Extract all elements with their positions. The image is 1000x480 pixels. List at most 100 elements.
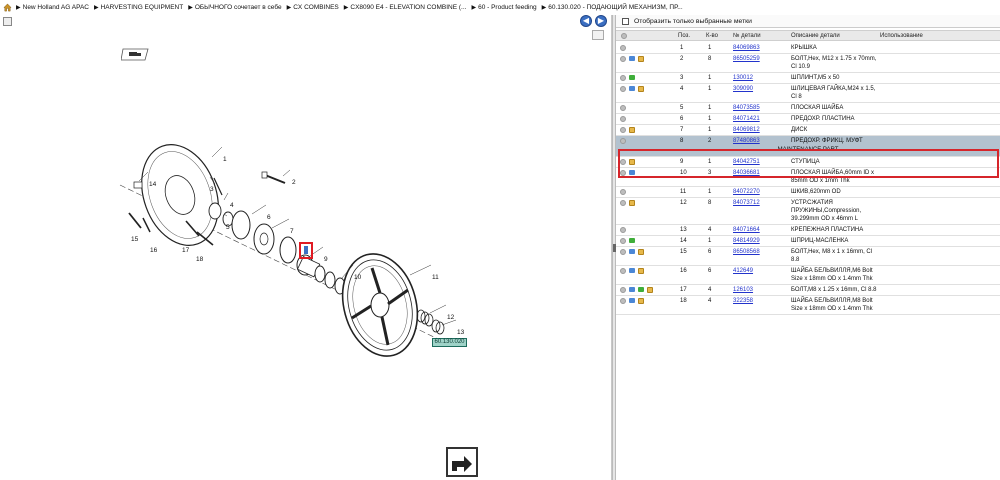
col-pos[interactable]: Поз. bbox=[678, 33, 690, 39]
cell-part-number[interactable]: 84071664 bbox=[733, 226, 760, 234]
expand-icon[interactable] bbox=[620, 138, 626, 144]
truck-icon[interactable] bbox=[121, 48, 150, 61]
expand-icon[interactable] bbox=[620, 189, 626, 195]
filter-checkbox[interactable] bbox=[622, 17, 629, 25]
expand-icon[interactable] bbox=[620, 268, 626, 274]
callout-number[interactable]: 3 bbox=[210, 186, 214, 193]
package-icon[interactable] bbox=[638, 56, 644, 62]
callout-number[interactable]: 10 bbox=[354, 274, 362, 281]
package-icon[interactable] bbox=[638, 298, 644, 304]
table-row[interactable]: 14 1 84814929 ШПРИЦ-МАСЛЕНКА bbox=[616, 236, 1000, 247]
callout-number[interactable]: 18 bbox=[196, 256, 204, 263]
package-icon[interactable] bbox=[638, 268, 644, 274]
replace-icon[interactable] bbox=[629, 268, 635, 273]
cell-part-number[interactable]: 309090 bbox=[733, 85, 753, 93]
expand-icon[interactable] bbox=[620, 200, 626, 206]
table-row[interactable]: 6 1 84071421 ПРЕДОХР. ПЛАСТИНА bbox=[616, 114, 1000, 125]
table-row[interactable]: 15 6 86508568 БОЛТ,Hex, M8 x 1 x 16mm, Cl 8.… bbox=[616, 247, 1000, 266]
table-row[interactable]: 3 1 130012 ШПЛИНТ,M5 x 50 bbox=[616, 73, 1000, 84]
callout-number[interactable]: 2 bbox=[292, 179, 296, 186]
col-desc[interactable]: Описание детали bbox=[791, 33, 840, 39]
callout-number[interactable]: 5 bbox=[226, 224, 230, 231]
breadcrumb-item[interactable]: ▶ CX8090 E4 - ELEVATION COMBINE (... bbox=[344, 4, 467, 11]
cell-part-number[interactable]: 86505259 bbox=[733, 55, 760, 63]
cell-part-number[interactable]: 84069863 bbox=[733, 44, 760, 52]
callout-number[interactable]: 1 bbox=[223, 156, 227, 163]
forward-button[interactable]: ▶ bbox=[595, 15, 607, 27]
cell-part-number[interactable]: 84073585 bbox=[733, 104, 760, 112]
cell-part-number[interactable]: 86508568 bbox=[733, 248, 760, 256]
expand-icon[interactable] bbox=[620, 45, 626, 51]
home-icon[interactable] bbox=[3, 3, 12, 12]
replace-icon[interactable] bbox=[629, 287, 635, 292]
replace-icon[interactable] bbox=[629, 249, 635, 254]
breadcrumb-item[interactable]: ▶ 60 - Product feeding bbox=[471, 4, 536, 11]
expand-icon[interactable] bbox=[620, 105, 626, 111]
cell-part-number[interactable]: 87480863 bbox=[733, 137, 760, 145]
expand-icon[interactable] bbox=[620, 287, 626, 293]
expand-icon[interactable] bbox=[620, 127, 626, 133]
reuse-icon[interactable] bbox=[629, 238, 635, 243]
breadcrumb-item[interactable]: ▶ CX COMBINES bbox=[287, 4, 339, 11]
callout-number[interactable]: 14 bbox=[149, 181, 157, 188]
expand-icon[interactable] bbox=[620, 298, 626, 304]
breadcrumb-item[interactable]: ▶ New Holland AG APAC bbox=[16, 4, 89, 11]
breadcrumb-item[interactable]: ▶ HARVESTING EQUIPMENT bbox=[94, 4, 183, 11]
cell-part-number[interactable]: 84073712 bbox=[733, 199, 760, 207]
replace-icon[interactable] bbox=[629, 86, 635, 91]
expand-icon[interactable] bbox=[620, 56, 626, 62]
table-row[interactable]: 17 4 126103 БОЛТ,M8 x 1.25 x 16mm, Cl 8.8 bbox=[616, 285, 1000, 296]
package-icon[interactable] bbox=[629, 127, 635, 133]
col-use[interactable]: Использование bbox=[880, 33, 923, 39]
reuse-icon[interactable] bbox=[629, 75, 635, 80]
back-button[interactable]: ◀ bbox=[580, 15, 592, 27]
callout-number[interactable]: 16 bbox=[150, 247, 158, 254]
callout-number[interactable]: 13 bbox=[457, 329, 465, 336]
callout-number[interactable]: 12 bbox=[447, 314, 455, 321]
callout-number[interactable]: 9 bbox=[324, 256, 328, 263]
table-row[interactable]: 18 4 322358 ШАЙБА БЕЛЬВИЛЛЯ,M8 Bolt Size x 1… bbox=[616, 296, 1000, 315]
callout-number[interactable]: 7 bbox=[290, 228, 294, 235]
expand-icon[interactable] bbox=[620, 86, 626, 92]
table-row[interactable]: 2 8 86505259 БОЛТ,Hex, M12 x 1.75 x 70mm, Cl… bbox=[616, 54, 1000, 73]
cell-part-number[interactable]: 84069812 bbox=[733, 126, 760, 134]
panel-toggle-icon[interactable] bbox=[592, 30, 604, 40]
package-icon[interactable] bbox=[647, 287, 653, 293]
pin-button[interactable] bbox=[446, 447, 478, 477]
callout-number[interactable]: 17 bbox=[182, 247, 190, 254]
cell-part-number[interactable]: 130012 bbox=[733, 74, 753, 82]
replace-icon[interactable] bbox=[629, 56, 635, 61]
table-row[interactable]: 5 1 84073585 ПЛОСКАЯ ШАЙБА bbox=[616, 103, 1000, 114]
cell-part-number[interactable]: 84072270 bbox=[733, 188, 760, 196]
breadcrumb-item[interactable]: ▶ ОБЫЧНОГО сочетает в себе bbox=[188, 4, 281, 11]
package-icon[interactable] bbox=[638, 249, 644, 255]
table-row[interactable]: 12 8 84073712 УСТР.СЖАТИЯ ПРУЖИНЫ,Compressio… bbox=[616, 198, 1000, 225]
cell-part-number[interactable]: 412649 bbox=[733, 267, 753, 275]
header-toggle-icon[interactable] bbox=[621, 33, 627, 39]
col-qty[interactable]: К-во bbox=[706, 33, 718, 39]
table-row[interactable]: 13 4 84071664 КРЕПЕЖНАЯ ПЛАСТИНА bbox=[616, 225, 1000, 236]
cell-part-number[interactable]: 126103 bbox=[733, 286, 753, 294]
callout-number[interactable]: 15 bbox=[131, 236, 139, 243]
cell-part-number[interactable]: 322358 bbox=[733, 297, 753, 305]
package-icon[interactable] bbox=[629, 200, 635, 206]
table-row[interactable]: 11 1 84072270 ШКИВ,620mm OD bbox=[616, 187, 1000, 198]
expand-icon[interactable] bbox=[620, 227, 626, 233]
cell-part-number[interactable]: 84071421 bbox=[733, 115, 760, 123]
expand-icon[interactable] bbox=[620, 75, 626, 81]
replace-icon[interactable] bbox=[629, 298, 635, 303]
callout-number[interactable]: 11 bbox=[432, 274, 439, 281]
expand-icon[interactable] bbox=[620, 238, 626, 244]
callout-number[interactable]: 4 bbox=[230, 202, 234, 209]
table-row[interactable]: 4 1 309090 ШЛИЦЕВАЯ ГАЙКА,M24 x 1.5, Cl 8 bbox=[616, 84, 1000, 103]
toolbar-toggle-icon[interactable] bbox=[3, 17, 12, 26]
expand-icon[interactable] bbox=[620, 249, 626, 255]
table-row[interactable]: 1 1 84069863 КРЫШКА bbox=[616, 43, 1000, 54]
breadcrumb-item[interactable]: ▶ 60.130.020 - ПОДАЮЩИЙ МЕХАНИЗМ, ПР... bbox=[542, 4, 683, 11]
package-icon[interactable] bbox=[638, 86, 644, 92]
diagram-id-label[interactable]: 60.130.020 bbox=[432, 338, 467, 347]
table-row[interactable]: 16 6 412649 ШАЙБА БЕЛЬВИЛЛЯ,M6 Bolt Size x 1… bbox=[616, 266, 1000, 285]
cell-part-number[interactable]: 84814929 bbox=[733, 237, 760, 245]
col-part[interactable]: № детали bbox=[733, 33, 761, 39]
expand-icon[interactable] bbox=[620, 116, 626, 122]
